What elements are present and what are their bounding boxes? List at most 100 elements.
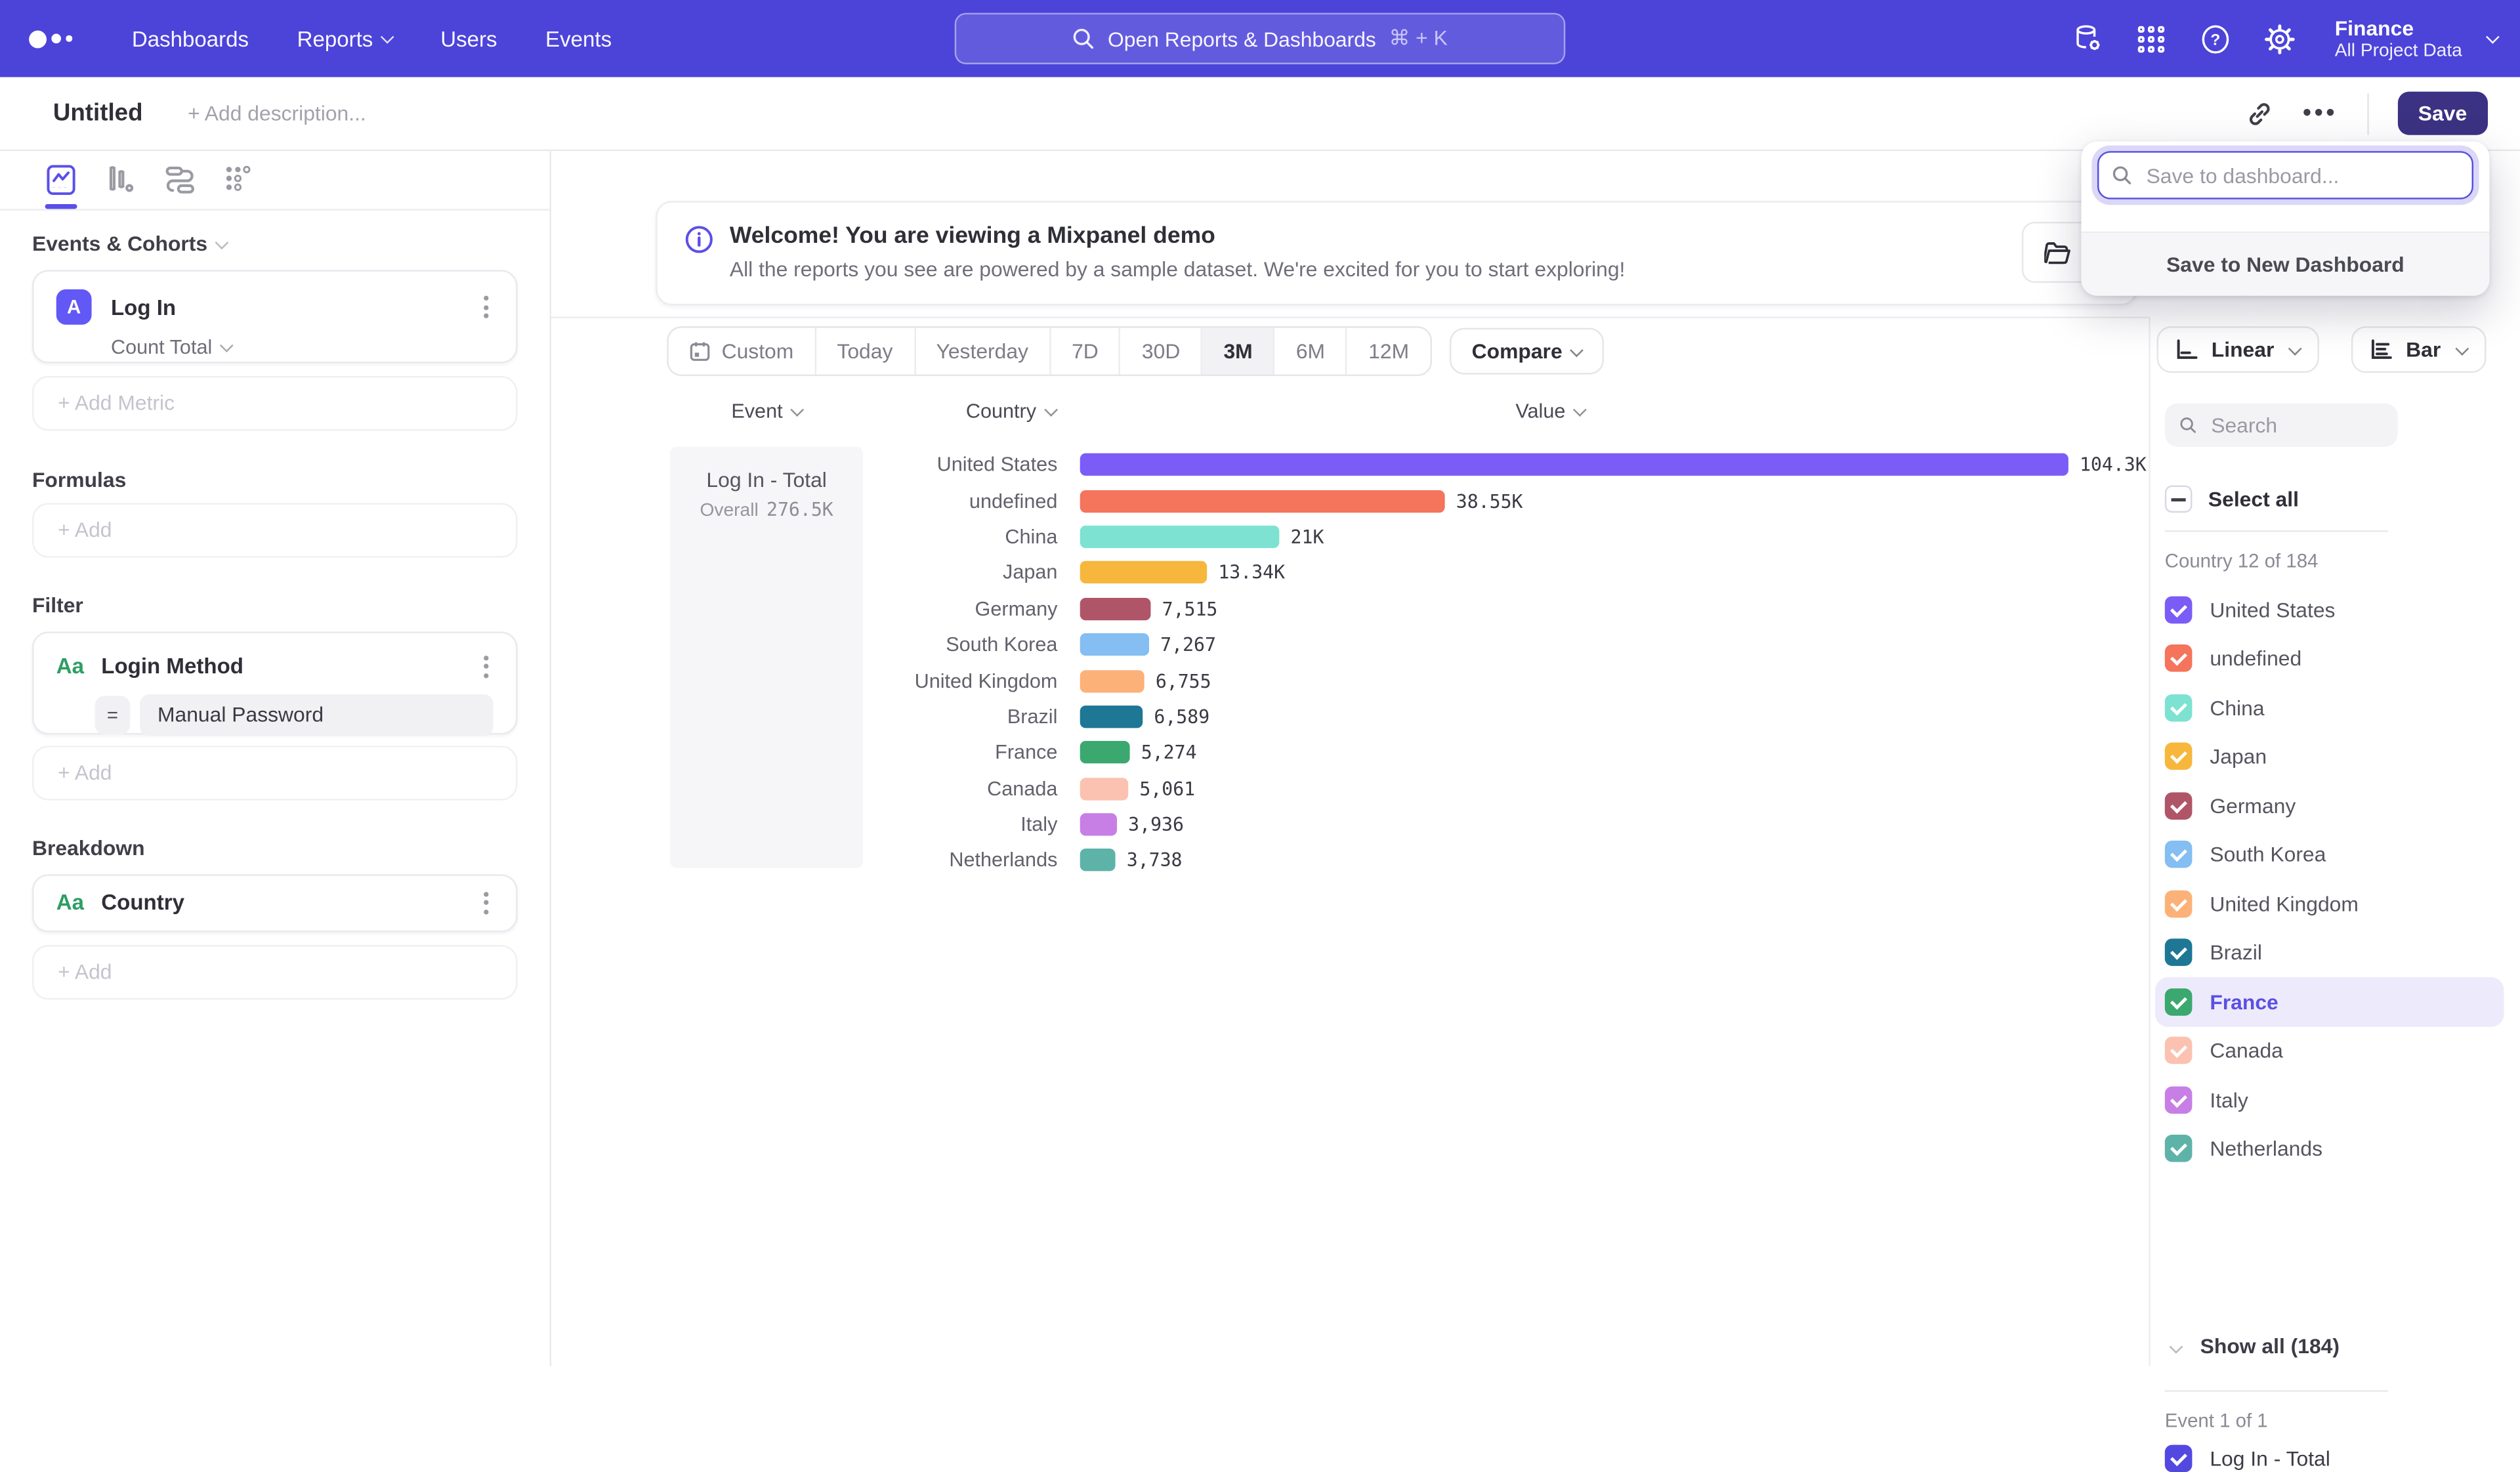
legend-checkbox[interactable] <box>2165 890 2193 917</box>
metric-kebab-icon[interactable] <box>477 291 493 322</box>
legend-checkbox[interactable] <box>2165 841 2193 868</box>
legend-item-italy[interactable]: Italy <box>2155 1075 2504 1124</box>
bar-row: United Kingdom6,755 <box>551 663 2149 699</box>
legend-event-row[interactable]: Log In - Total <box>2165 1445 2330 1472</box>
add-metric-button[interactable]: + Add Metric <box>32 376 518 431</box>
date-range-30d[interactable]: 30D <box>1121 328 1203 375</box>
legend-search-input[interactable] <box>2208 411 2384 439</box>
legend-item-brazil[interactable]: Brazil <box>2155 928 2504 977</box>
tab-insights-icon[interactable] <box>45 164 77 196</box>
bar-united-kingdom[interactable] <box>1080 669 1144 692</box>
legend-item-china[interactable]: China <box>2155 683 2504 732</box>
legend-checkbox[interactable] <box>2165 792 2193 820</box>
filter-value-select[interactable]: Manual Password <box>140 694 494 736</box>
bar-category-label: United Kingdom <box>551 669 1057 692</box>
save-button[interactable]: Save <box>2397 92 2488 135</box>
legend-item-united-states[interactable]: United States <box>2155 585 2504 634</box>
data-management-icon[interactable] <box>2071 22 2103 54</box>
nav-item-events[interactable]: Events <box>545 26 612 51</box>
tab-retention-icon[interactable] <box>223 164 255 196</box>
legend-item-south-korea[interactable]: South Korea <box>2155 830 2504 879</box>
legend-item-canada[interactable]: Canada <box>2155 1026 2504 1076</box>
scale-select[interactable]: Linear <box>2157 326 2319 373</box>
bar-japan[interactable] <box>1080 562 1207 584</box>
bar-undefined[interactable] <box>1080 490 1445 512</box>
settings-gear-icon[interactable] <box>2264 22 2296 54</box>
legend-item-germany[interactable]: Germany <box>2155 781 2504 830</box>
legend-checkbox[interactable] <box>2165 645 2193 673</box>
metric-aggregation-select[interactable]: Count Total <box>111 336 494 358</box>
copy-link-icon[interactable] <box>2245 99 2274 128</box>
tab-flows-icon[interactable] <box>164 164 196 196</box>
nav-item-dashboards[interactable]: Dashboards <box>132 26 249 51</box>
bar-china[interactable] <box>1080 526 1280 548</box>
legend-item-undefined[interactable]: undefined <box>2155 634 2504 683</box>
legend-checkbox[interactable] <box>2165 1086 2193 1114</box>
date-range-6m[interactable]: 6M <box>1275 328 1347 375</box>
breakdown-kebab-icon[interactable] <box>477 887 493 918</box>
legend-checkbox[interactable] <box>2165 596 2193 623</box>
bar-netherlands[interactable] <box>1080 849 1116 872</box>
legend-item-japan[interactable]: Japan <box>2155 732 2504 782</box>
add-formula-button[interactable]: + Add <box>32 503 518 558</box>
date-range-today[interactable]: Today <box>816 328 915 375</box>
legend-checkbox[interactable] <box>2165 988 2193 1016</box>
add-filter-button[interactable]: + Add <box>32 746 518 800</box>
legend-checkbox[interactable] <box>2165 1135 2193 1163</box>
date-range-yesterday[interactable]: Yesterday <box>915 328 1051 375</box>
legend-item-label: Italy <box>2210 1087 2248 1112</box>
filter-kebab-icon[interactable] <box>477 651 493 682</box>
legend-item-netherlands[interactable]: Netherlands <box>2155 1124 2504 1173</box>
events-section-header[interactable]: Events & Cohorts <box>32 232 518 256</box>
legend-checkbox[interactable] <box>2165 743 2193 770</box>
legend-checkbox[interactable] <box>2165 939 2193 967</box>
save-to-dashboard-input[interactable] <box>2143 161 2459 189</box>
global-search[interactable]: Open Reports & Dashboards ⌘ + K <box>955 13 1566 64</box>
column-header-value[interactable]: Value <box>1515 400 1584 423</box>
legend-checkbox[interactable] <box>2165 1037 2193 1064</box>
legend-item-united-kingdom[interactable]: United Kingdom <box>2155 879 2504 929</box>
legend-search[interactable] <box>2165 404 2398 447</box>
date-range-custom[interactable]: Custom <box>669 328 816 375</box>
nav-item-reports[interactable]: Reports <box>297 26 392 51</box>
mixpanel-logo-icon[interactable] <box>29 30 93 47</box>
legend-checkbox[interactable] <box>2165 694 2193 721</box>
filter-property-name[interactable]: Login Method <box>101 654 477 679</box>
bar-brazil[interactable] <box>1080 705 1143 728</box>
date-range-12m[interactable]: 12M <box>1347 328 1430 375</box>
add-breakdown-button[interactable]: + Add <box>32 945 518 999</box>
event-checkbox[interactable] <box>2165 1445 2193 1472</box>
metric-event-name[interactable]: Log In <box>111 295 477 319</box>
bar-france[interactable] <box>1080 742 1130 764</box>
report-description-placeholder[interactable]: + Add description... <box>188 101 366 125</box>
compare-button[interactable]: Compare <box>1449 328 1604 375</box>
apps-grid-icon[interactable] <box>2135 22 2168 54</box>
more-actions-button[interactable]: ••• <box>2303 100 2338 127</box>
metric-letter-badge[interactable]: A <box>56 289 92 325</box>
legend-event-label: Log In - Total <box>2210 1446 2330 1471</box>
global-search-placeholder: Open Reports & Dashboards <box>1108 26 1376 51</box>
show-all-button[interactable]: Show all (184) <box>2172 1334 2340 1358</box>
date-range-7d[interactable]: 7D <box>1051 328 1121 375</box>
breakdown-property-name[interactable]: Country <box>101 891 477 915</box>
save-to-new-dashboard-item[interactable]: Save to New Dashboard <box>2081 232 2489 296</box>
legend-item-france[interactable]: France <box>2155 977 2504 1026</box>
bar-germany[interactable] <box>1080 597 1151 620</box>
bar-united-states[interactable] <box>1080 453 2068 476</box>
filter-operator-select[interactable]: = <box>94 696 130 734</box>
column-header-country[interactable]: Country <box>966 400 1056 423</box>
save-to-dashboard-field[interactable] <box>2097 151 2473 199</box>
bar-canada[interactable] <box>1080 778 1128 800</box>
bar-italy[interactable] <box>1080 813 1117 835</box>
date-range-3m[interactable]: 3M <box>1203 328 1275 375</box>
help-icon[interactable]: ? <box>2200 22 2232 54</box>
select-all-row[interactable]: Select all <box>2165 486 2299 513</box>
column-header-event[interactable]: Event <box>670 400 863 423</box>
nav-item-users[interactable]: Users <box>440 26 497 51</box>
project-selector[interactable]: Finance All Project Data <box>2335 15 2498 62</box>
chart-type-select[interactable]: Bar <box>2351 326 2486 373</box>
tab-funnels-icon[interactable] <box>104 164 136 196</box>
report-title[interactable]: Untitled <box>53 100 143 127</box>
bar-south-korea[interactable] <box>1080 633 1149 656</box>
select-all-checkbox[interactable] <box>2165 486 2193 513</box>
